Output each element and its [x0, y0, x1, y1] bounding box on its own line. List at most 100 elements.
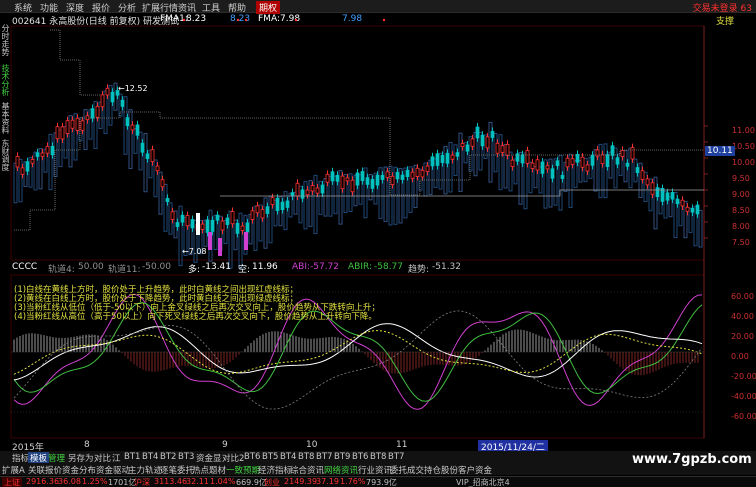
tab-bt7[interactable]: BT7	[316, 452, 332, 462]
candle-body	[580, 156, 585, 168]
candle-body	[55, 126, 60, 140]
candle-body	[330, 171, 335, 182]
hs-index-pct: 1.04%	[210, 477, 236, 486]
cloud-bar	[158, 171, 163, 215]
tab-bt7b[interactable]: BT7	[388, 452, 404, 462]
candle-body	[320, 184, 325, 194]
cloud-bar	[18, 158, 23, 203]
candle-body	[410, 171, 415, 179]
tab-bt5[interactable]: BT5	[262, 452, 278, 462]
candle-body	[470, 138, 475, 147]
tab-client-funds[interactable]: 客户资金	[458, 464, 492, 476]
cy-index-label[interactable]: 创业	[264, 477, 280, 487]
candle-body	[450, 154, 455, 160]
status-bar: 上证 2916.36 36.08 1.25% 1701亿 沪深 3113.46 …	[0, 476, 756, 487]
tab-main-track[interactable]: 主力轨迹	[128, 464, 162, 476]
candle-body	[310, 185, 315, 192]
tab-consensus[interactable]: 一致预期	[226, 464, 260, 476]
tab-bt3[interactable]: BT3	[178, 452, 194, 462]
candle-body	[125, 117, 130, 127]
candle-body	[150, 149, 155, 162]
sh-index-change: 36.08	[58, 477, 81, 486]
candle-body	[350, 179, 355, 193]
high-value: 12.52	[124, 84, 148, 93]
candle-body	[70, 119, 75, 129]
top-dot	[244, 18, 248, 22]
tab-capital-dist[interactable]: 资金分布	[62, 464, 96, 476]
trend11-value: -50.00	[142, 262, 172, 272]
candle-body	[340, 175, 345, 190]
candle-body	[15, 156, 20, 168]
tab-bt9[interactable]: BT9	[334, 452, 350, 462]
cloud-bar	[278, 196, 283, 227]
candle-body	[215, 214, 220, 221]
candle-body	[530, 162, 535, 169]
candle-body	[105, 87, 110, 96]
ind-tick: -40.00	[731, 392, 756, 401]
hs-index-label[interactable]: 沪深	[134, 477, 150, 487]
signal-marker	[244, 232, 248, 250]
cloud-bar	[638, 162, 643, 198]
candle-body	[685, 206, 690, 212]
candle-body	[45, 145, 50, 154]
tab-bt1[interactable]: BT1	[124, 452, 140, 462]
tab-order-detail[interactable]: 逐笔委托	[160, 464, 194, 476]
tab-bt8b[interactable]: BT8	[370, 452, 386, 462]
candle-body	[370, 179, 375, 189]
tab-web-news[interactable]: 网络资讯	[324, 464, 358, 476]
tab-econ-indicator[interactable]: 经济指标	[258, 464, 292, 476]
candle-body	[95, 106, 100, 118]
tab-bt8[interactable]: BT8	[298, 452, 314, 462]
tab-ext-a[interactable]: 扩展A	[2, 464, 25, 476]
low-annotation: ←7.08	[182, 247, 207, 256]
candle-body	[645, 178, 650, 186]
tab-order-trade[interactable]: 委托成交	[390, 464, 424, 476]
tab-bt2[interactable]: BT2	[160, 452, 176, 462]
candle-body	[325, 173, 330, 183]
candle-body	[135, 124, 140, 136]
vip-account[interactable]: VIP_招商北京4	[456, 477, 510, 487]
candle-body	[250, 210, 255, 220]
gray-dashed-line	[13, 310, 703, 410]
cloud-bar	[643, 171, 648, 202]
tab-industry-news[interactable]: 行业资讯	[358, 464, 392, 476]
candle-body	[460, 143, 465, 148]
cloud-bar	[473, 131, 478, 177]
candle-body	[180, 214, 185, 223]
candle-body	[590, 154, 595, 166]
candle-body	[30, 159, 35, 164]
candle-body	[425, 165, 430, 172]
cloud-bar	[263, 197, 268, 249]
tab-composite-news[interactable]: 综合资讯	[290, 464, 324, 476]
candle-body	[275, 197, 280, 211]
cloud-bar	[128, 109, 133, 169]
chart-grid	[10, 25, 708, 439]
tab-bt6b[interactable]: BT6	[352, 452, 368, 462]
candle-body	[505, 144, 510, 156]
tab-hot-topics[interactable]: 热点题材	[192, 464, 226, 476]
sh-index-label[interactable]: 上证	[2, 477, 22, 487]
tab-related-quote[interactable]: 关联报价	[28, 464, 62, 476]
date-label: 11	[396, 440, 408, 450]
price-tick: 9.00	[732, 190, 750, 199]
hs-index-vol: 669.9亿	[236, 478, 267, 487]
price-axis: 11.00 10.50 10.11 10.00 9.50 9.00 8.50 8…	[705, 120, 755, 260]
tab-capital-drive[interactable]: 资金驱动	[96, 464, 130, 476]
tab-bt4b[interactable]: BT4	[280, 452, 296, 462]
tab-bt4[interactable]: BT4	[142, 452, 158, 462]
high-annotation: ←12.52	[118, 84, 148, 93]
trend4-value: 50.00	[78, 262, 104, 272]
candle-body	[665, 192, 670, 201]
candle-body	[80, 120, 85, 131]
tab-bt6[interactable]: BT6	[244, 452, 260, 462]
tab-holdings[interactable]: 持仓股份	[424, 464, 458, 476]
cloud-bar	[323, 178, 328, 217]
candle-body	[280, 201, 285, 210]
candle-body	[615, 157, 620, 165]
candle-body	[305, 189, 310, 196]
candle-body	[605, 154, 610, 167]
candle-body	[475, 126, 480, 139]
candle-body	[415, 167, 420, 177]
cloud-bar	[153, 159, 158, 198]
candle-body	[375, 174, 380, 186]
